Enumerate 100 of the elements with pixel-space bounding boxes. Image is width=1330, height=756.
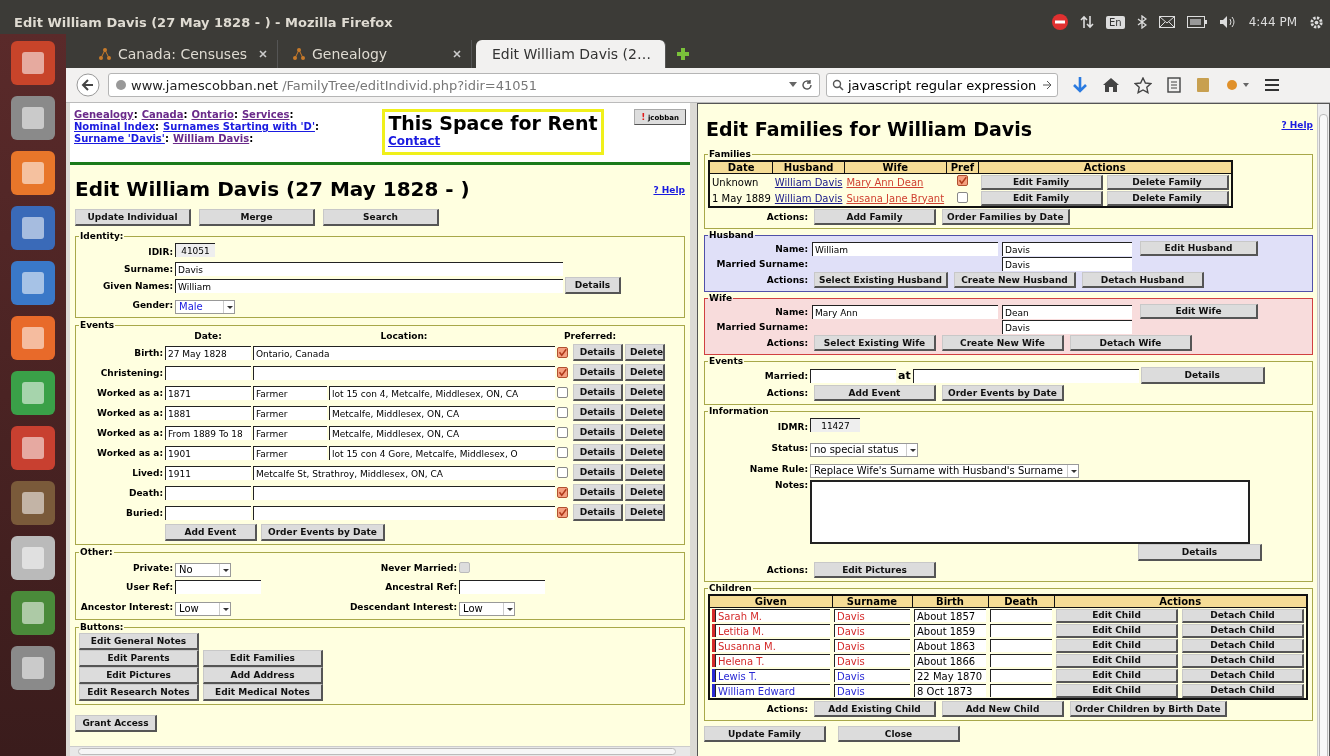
edit-button[interactable]: Edit General Notes [79, 633, 199, 650]
event-date-field[interactable]: 1871 [165, 385, 251, 400]
breadcrumb-link[interactable]: Ontario [191, 109, 234, 120]
app-tile-icon[interactable] [10, 260, 56, 306]
wife-link[interactable]: Mary Ann Dean [846, 176, 924, 188]
edit-child-button[interactable]: Edit Child [1056, 608, 1178, 623]
event-date-field[interactable]: 1901 [165, 445, 251, 460]
child-birth-field[interactable]: About 1857 [914, 609, 986, 622]
reading-list-icon[interactable] [1166, 77, 1182, 93]
husband-link[interactable]: William Davis [774, 192, 843, 204]
edit-button[interactable]: Edit Research Notes [79, 684, 199, 701]
search-field[interactable]: javascript regular expression [826, 73, 1058, 97]
battery-icon[interactable] [1186, 16, 1207, 28]
delete-button[interactable]: Delete [625, 344, 665, 361]
occupation-field[interactable]: Farmer [253, 445, 327, 460]
preferred-checkbox[interactable] [557, 367, 568, 378]
preferred-checkbox[interactable] [956, 175, 968, 187]
occupation-field[interactable]: Farmer [253, 385, 327, 400]
preferred-checkbox[interactable] [557, 427, 568, 438]
event-date-field[interactable]: 27 May 1828 [165, 345, 251, 360]
menu-icon[interactable] [1264, 78, 1280, 92]
edit-button[interactable]: Edit Medical Notes [203, 684, 323, 701]
app-tile-icon[interactable] [10, 40, 56, 86]
given-names-field[interactable]: William [175, 278, 563, 293]
child-given-field[interactable]: William Edward [715, 684, 830, 697]
married-surname-field[interactable]: Davis [1002, 257, 1132, 271]
transfer-arrows-icon[interactable] [1080, 15, 1094, 29]
bluetooth-icon[interactable] [1136, 15, 1147, 29]
speaker-icon[interactable] [1218, 15, 1237, 29]
child-surname-field[interactable]: Davis [834, 654, 910, 667]
breadcrumb-link[interactable]: Surnames Starting with 'D' [163, 121, 315, 132]
child-death-field[interactable] [990, 639, 1052, 652]
edit-button[interactable]: Edit Parents [79, 650, 199, 667]
detach-child-button[interactable]: Detach Child [1182, 638, 1304, 653]
delete-family-button[interactable]: Delete Family [1106, 190, 1229, 206]
breadcrumb-link[interactable]: Services [241, 109, 290, 120]
details-button[interactable]: Details [573, 384, 623, 401]
close-icon[interactable] [453, 50, 461, 58]
footer-button[interactable]: Update Family [704, 726, 826, 742]
given-name-field[interactable]: William [812, 241, 998, 256]
notes-textarea[interactable] [810, 480, 1250, 544]
event-location-field[interactable]: Metcalfe St, Strathroy, Middlesex, ON, CA [253, 465, 555, 480]
child-birth-field[interactable]: 22 May 1870 [914, 669, 986, 682]
event-action-button[interactable]: Order Events by Date [261, 524, 385, 541]
preferred-checkbox[interactable] [557, 507, 568, 518]
event-location-field[interactable] [253, 485, 555, 500]
detach-child-button[interactable]: Detach Child [1182, 653, 1304, 668]
delete-button[interactable]: Delete [625, 444, 665, 461]
family-action-button[interactable]: Order Families by Date [942, 209, 1070, 225]
detach-child-button[interactable]: Detach Child [1182, 668, 1304, 683]
app-tile-icon[interactable] [10, 425, 56, 471]
app-tile-icon[interactable] [10, 590, 56, 636]
edit-child-button[interactable]: Edit Child [1056, 623, 1178, 638]
help-link[interactable]: ? Help [653, 185, 685, 195]
child-given-field[interactable]: Susanna M. [715, 639, 830, 652]
given-name-field[interactable]: Mary Ann [812, 304, 998, 319]
child-death-field[interactable] [990, 669, 1052, 682]
child-given-field[interactable]: Sarah M. [715, 609, 830, 622]
child-action-button[interactable]: Add New Child [942, 701, 1064, 717]
footer-button[interactable]: Close [838, 726, 960, 742]
details-button[interactable]: Details [573, 504, 623, 521]
preferred-checkbox[interactable] [557, 487, 568, 498]
go-arrow-icon[interactable] [1042, 80, 1052, 90]
child-surname-field[interactable]: Davis [834, 639, 910, 652]
event-location-field[interactable]: Metcalfe, Middlesex, ON, CA [329, 405, 555, 420]
event-date-field[interactable]: 1881 [165, 405, 251, 420]
browser-tab[interactable]: Edit William Davis (2… [476, 40, 666, 68]
surname-field[interactable]: Davis [1002, 241, 1132, 256]
address-field[interactable]: www.jamescobban.net /FamilyTree/editIndivid.php?idir=41051 [108, 73, 820, 97]
app-tile-icon[interactable] [10, 535, 56, 581]
app-tile-icon[interactable] [10, 645, 56, 691]
child-death-field[interactable] [990, 624, 1052, 637]
edit-button[interactable]: Edit Pictures [79, 667, 199, 684]
child-given-field[interactable]: Lewis T. [715, 669, 830, 682]
edit-child-button[interactable]: Edit Child [1056, 683, 1178, 698]
marriage-date-field[interactable] [810, 368, 896, 383]
details-button[interactable]: Details [573, 484, 623, 501]
child-birth-field[interactable]: About 1859 [914, 624, 986, 637]
child-surname-field[interactable]: Davis [834, 609, 910, 622]
detach-child-button[interactable]: Detach Child [1182, 683, 1304, 698]
occupation-field[interactable]: Farmer [253, 425, 327, 440]
family-action-button[interactable]: Add Family [814, 209, 936, 225]
child-given-field[interactable]: Helena T. [715, 654, 830, 667]
child-given-field[interactable]: Letitia M. [715, 624, 830, 637]
dropdown[interactable]: Low [459, 601, 515, 616]
app-tile-icon[interactable] [10, 150, 56, 196]
edit-button[interactable]: Add Address [203, 667, 323, 684]
download-arrow-icon[interactable] [1072, 76, 1088, 94]
details-button[interactable]: Details [573, 444, 623, 461]
action-button[interactable]: Update Individual [75, 209, 191, 226]
delete-button[interactable]: Delete [625, 464, 665, 481]
envelope-icon[interactable] [1158, 16, 1175, 28]
app-tile-icon[interactable] [10, 480, 56, 526]
details-button[interactable]: Details [573, 344, 623, 361]
breadcrumb-link[interactable]: Canada [141, 109, 184, 120]
preferred-checkbox[interactable] [557, 407, 568, 418]
child-birth-field[interactable]: 8 Oct 1873 [914, 684, 986, 697]
delete-button[interactable]: Delete [625, 424, 665, 441]
details-button[interactable]: Details [565, 277, 621, 294]
spouse-action-button[interactable]: Select Existing Wife [814, 335, 936, 351]
